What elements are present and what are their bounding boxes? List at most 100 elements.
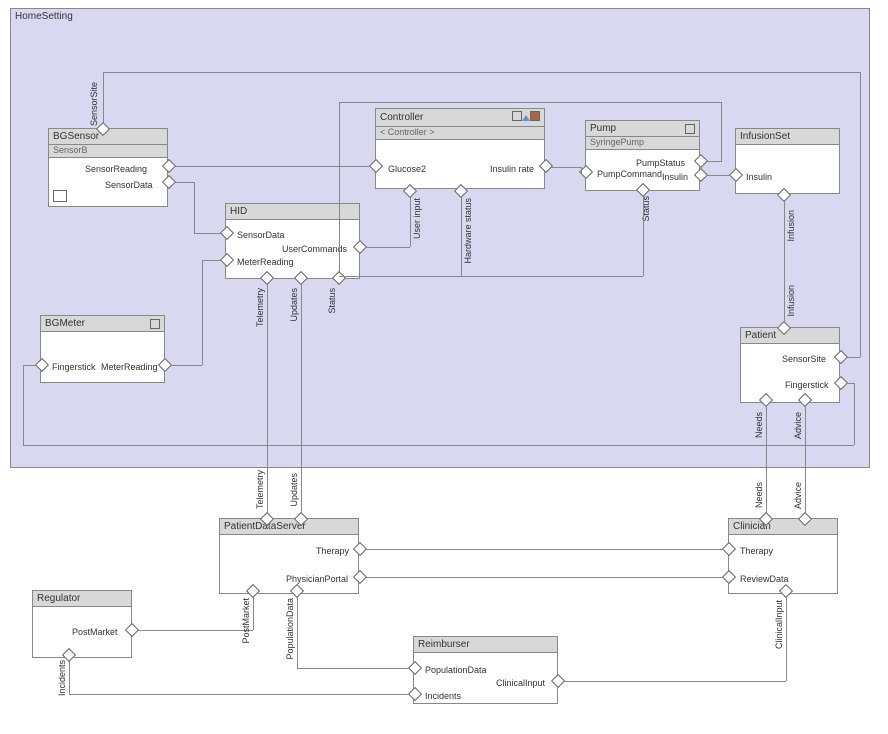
bgmeter-header: BGMeter xyxy=(41,316,164,332)
conn xyxy=(69,694,410,695)
infusionset-title: InfusionSet xyxy=(740,131,790,142)
conn xyxy=(297,668,410,669)
conn xyxy=(23,365,37,366)
conn xyxy=(786,596,787,681)
label-conn-userinput: User input xyxy=(412,198,422,239)
hid-title: HID xyxy=(230,206,247,217)
conn xyxy=(365,549,724,550)
badge-icon xyxy=(685,124,695,134)
reimburser-header: Reimburser xyxy=(414,637,557,653)
conn xyxy=(170,365,202,366)
label-reimburser-clinicalinput: ClinicalInput xyxy=(496,678,545,688)
label-conn-status: Status xyxy=(327,288,337,314)
conn-infusion-patient xyxy=(784,200,785,323)
conn xyxy=(461,196,462,276)
label-conn-infusion1: Infusion xyxy=(786,210,796,242)
conn xyxy=(297,596,298,668)
label-hid-usercommands: UserCommands xyxy=(282,244,347,254)
label-conn-infusion2: Infusion xyxy=(786,285,796,317)
conn xyxy=(103,72,104,124)
conn-sensorreading-glucose2 xyxy=(174,166,371,167)
label-bgsensor-sensordata: SensorData xyxy=(105,180,153,190)
label-patient-sensorsite: SensorSite xyxy=(782,354,826,364)
controller-block[interactable]: Controller < Controller > xyxy=(375,108,545,189)
conn xyxy=(766,405,767,514)
conn-insulinrate-pumpcommand xyxy=(551,167,581,168)
badge-icon xyxy=(512,111,522,121)
label-conn-updates1: Updates xyxy=(289,288,299,322)
pump-header: Pump xyxy=(586,121,699,137)
bgsensor-subtitle: SensorB xyxy=(49,145,167,158)
block-icon xyxy=(53,190,67,202)
pump-subtitle: SyringePump xyxy=(586,137,699,150)
patient-header: Patient xyxy=(741,328,839,344)
infusionset-header: InfusionSet xyxy=(736,129,839,145)
conn xyxy=(194,233,222,234)
conn xyxy=(137,630,253,631)
label-conn-hwstatus: Hardware status xyxy=(463,198,473,264)
conn xyxy=(267,283,268,514)
bgsensor-title: BGSensor xyxy=(53,131,99,142)
label-clinician-reviewdata: ReviewData xyxy=(740,574,789,584)
label-controller-glucose2: Glucose2 xyxy=(388,164,426,174)
regulator-header: Regulator xyxy=(33,591,131,607)
conn xyxy=(860,72,861,357)
label-conn-clinicalinput: ClinicalInput xyxy=(774,600,784,649)
conn xyxy=(339,102,340,273)
label-conn-needs2: Needs xyxy=(754,482,764,508)
conn xyxy=(805,405,806,514)
conn xyxy=(174,182,194,183)
pump-title: Pump xyxy=(590,123,616,134)
label-bgsensor-sensorreading: SensorReading xyxy=(85,164,147,174)
controller-subtitle: < Controller > xyxy=(376,127,544,140)
bgmeter-title: BGMeter xyxy=(45,318,85,329)
infusionset-block[interactable]: InfusionSet xyxy=(735,128,840,194)
label-conn-needs1: Needs xyxy=(754,412,764,438)
label-controller-insulinrate: Insulin rate xyxy=(490,164,534,174)
conn xyxy=(365,247,410,248)
conn xyxy=(854,383,855,445)
label-reimburser-incidents: Incidents xyxy=(425,691,461,701)
conn xyxy=(202,260,222,261)
patient-title: Patient xyxy=(745,330,776,341)
reimburser-title: Reimburser xyxy=(418,639,470,650)
patient-block[interactable]: Patient xyxy=(740,327,840,403)
conn-pump-infusion-insulin xyxy=(706,175,731,176)
clinician-header: Clinician xyxy=(729,519,837,535)
label-pds-therapy: Therapy xyxy=(316,546,349,556)
conn xyxy=(253,596,254,630)
label-reimburser-populationdata: PopulationData xyxy=(425,665,487,675)
bgmeter-block[interactable]: BGMeter xyxy=(40,315,165,383)
label-conn-advice2: Advice xyxy=(793,482,803,509)
bgsensor-header: BGSensor xyxy=(49,129,167,145)
label-conn-postmarket: PostMarket xyxy=(241,598,251,644)
regulator-block[interactable]: Regulator xyxy=(32,590,132,658)
conn xyxy=(721,102,722,162)
label-hid-meterreading: MeterReading xyxy=(237,257,294,267)
label-conn-advice1: Advice xyxy=(793,412,803,439)
label-conn-sensorsite: SensorSite xyxy=(89,82,99,126)
label-regulator-postmarket: PostMarket xyxy=(72,627,118,637)
badge-icon xyxy=(150,319,160,329)
play-icon xyxy=(522,115,530,121)
label-patient-fingerstick: Fingerstick xyxy=(785,380,829,390)
conn xyxy=(202,260,203,365)
conn xyxy=(301,283,302,514)
conn xyxy=(365,577,724,578)
conn xyxy=(23,365,24,445)
conn xyxy=(339,276,461,277)
label-conn-telemetry2: Telemetry xyxy=(255,470,265,509)
conn xyxy=(846,357,860,358)
pds-header: PatientDataServer xyxy=(220,519,358,535)
conn xyxy=(461,276,643,277)
controller-title: Controller xyxy=(380,112,423,123)
label-pump-pumpstatus: PumpStatus xyxy=(636,158,685,168)
conn xyxy=(69,660,70,694)
regulator-title: Regulator xyxy=(37,593,80,604)
label-conn-incidents: Incidents xyxy=(57,660,67,696)
conn xyxy=(706,161,721,162)
conn xyxy=(339,102,721,103)
label-bgmeter-meterreading: MeterReading xyxy=(101,362,158,372)
home-setting-title: HomeSetting xyxy=(11,9,869,24)
conn xyxy=(194,182,195,233)
